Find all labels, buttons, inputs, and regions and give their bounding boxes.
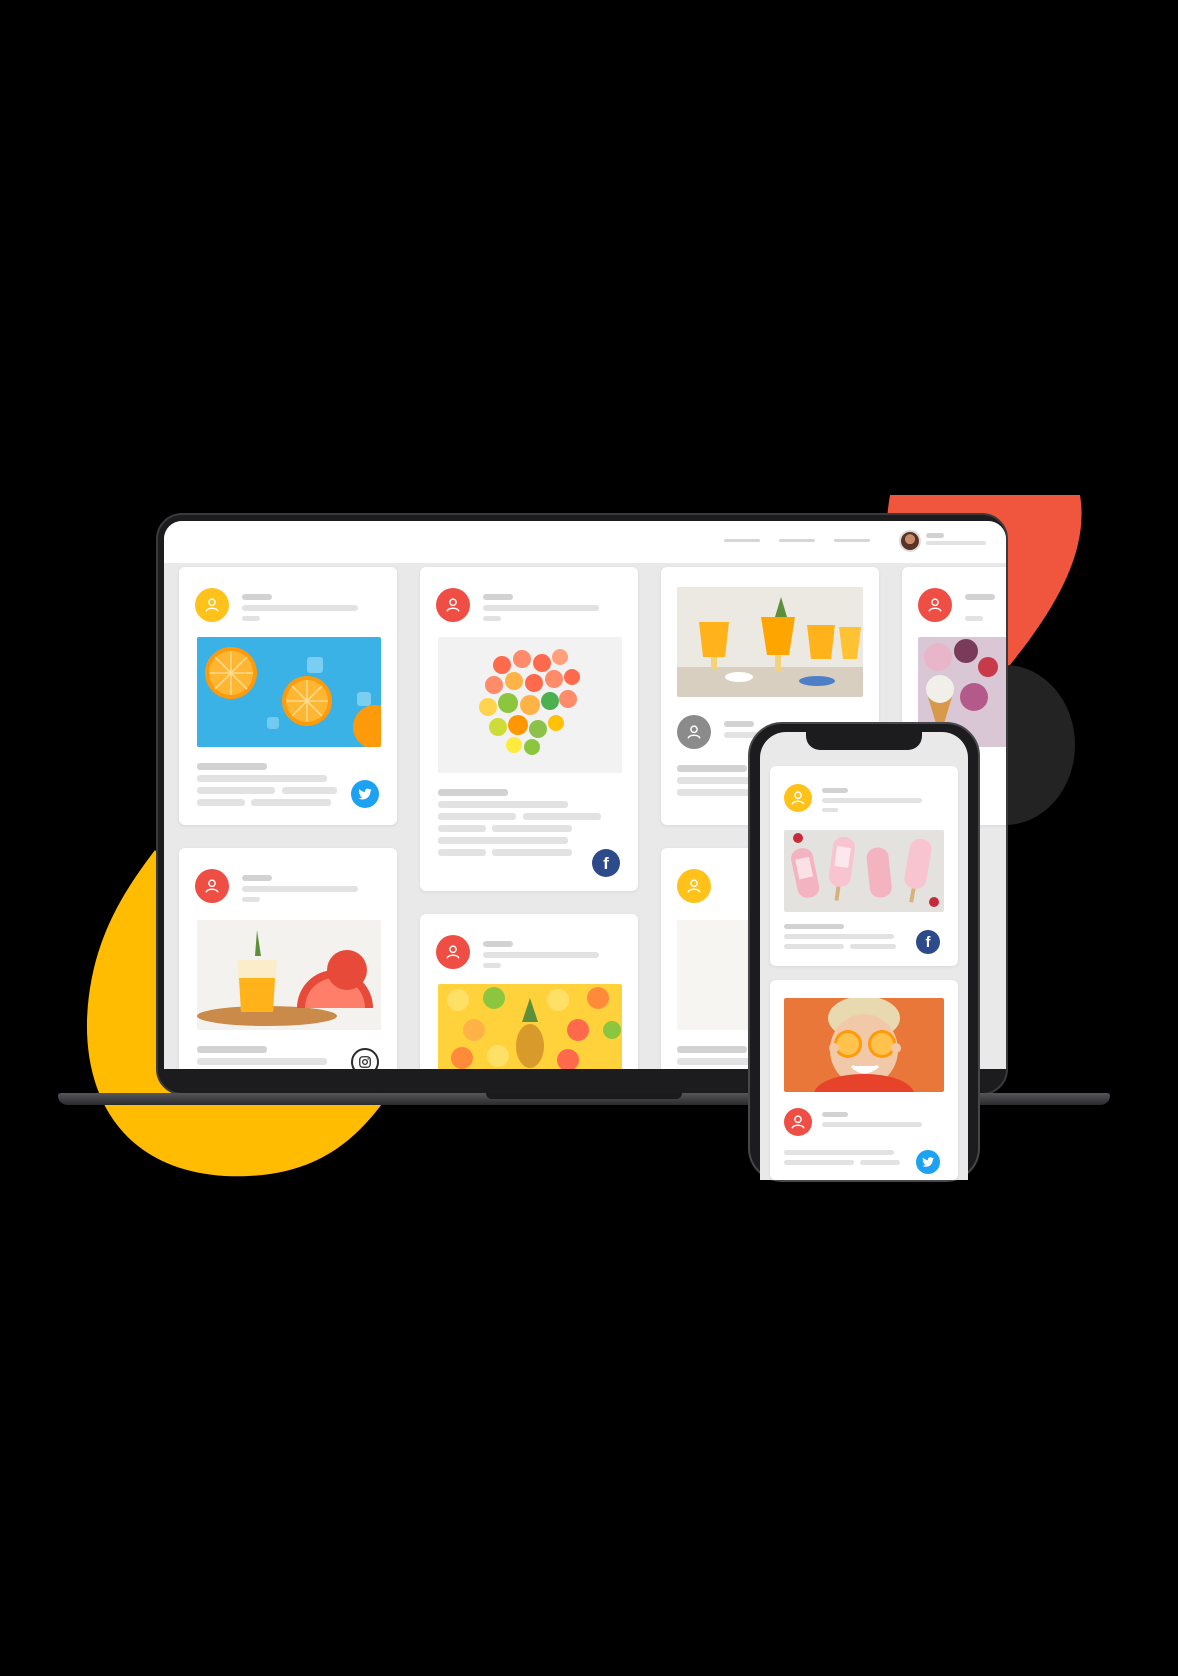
post-card[interactable] [420, 914, 638, 1069]
twitter-icon[interactable] [916, 1150, 940, 1174]
post-image[interactable] [438, 637, 622, 773]
author-meta-placeholder [822, 798, 922, 803]
user-icon [677, 869, 711, 903]
phone-notch [806, 726, 922, 750]
post-text-placeholder [197, 775, 327, 782]
post-title-placeholder [197, 1046, 267, 1053]
author-name-placeholder [965, 594, 995, 600]
post-text-placeholder [784, 1150, 894, 1155]
post-text-placeholder [784, 944, 844, 949]
facebook-icon[interactable]: f [916, 930, 940, 954]
post-text-placeholder [197, 1058, 327, 1065]
post-text-placeholder [677, 789, 757, 796]
author-name-placeholder [822, 1112, 848, 1117]
post-title-placeholder [677, 1046, 747, 1053]
nav-link-2[interactable] [779, 539, 815, 542]
author-name-placeholder [483, 594, 513, 600]
author-name-placeholder [724, 721, 754, 727]
timestamp-placeholder [483, 963, 501, 968]
author-name-placeholder [483, 941, 513, 947]
user-subtitle-placeholder [926, 541, 986, 545]
post-text-placeholder [438, 837, 568, 844]
post-text-placeholder [784, 1160, 854, 1165]
post-text-placeholder [282, 787, 337, 794]
timestamp-placeholder [822, 808, 838, 812]
post-text-placeholder [197, 787, 275, 794]
post-card[interactable] [770, 980, 958, 1180]
author-name-placeholder [822, 788, 848, 793]
post-title-placeholder [784, 924, 844, 929]
user-icon [195, 869, 229, 903]
post-card[interactable]: f [420, 567, 638, 891]
author-meta-placeholder [242, 886, 358, 892]
user-icon [436, 935, 470, 969]
post-image[interactable] [677, 587, 863, 697]
post-text-placeholder [438, 849, 486, 856]
post-card[interactable]: f [770, 766, 958, 966]
post-text-placeholder [251, 799, 331, 806]
author-meta-placeholder [822, 1122, 922, 1127]
nav-link-1[interactable] [724, 539, 760, 542]
post-title-placeholder [677, 765, 747, 772]
author-meta-placeholder [242, 605, 358, 611]
user-icon [784, 784, 812, 812]
twitter-icon[interactable] [351, 780, 379, 808]
post-image[interactable] [438, 984, 622, 1069]
post-text-placeholder [438, 813, 516, 820]
user-icon [436, 588, 470, 622]
timestamp-placeholder [483, 616, 501, 621]
post-text-placeholder [438, 825, 486, 832]
post-text-placeholder [850, 944, 896, 949]
post-text-placeholder [492, 849, 572, 856]
timestamp-placeholder [965, 616, 983, 621]
laptop-hinge-notch [486, 1093, 682, 1099]
post-image[interactable] [784, 830, 944, 912]
instagram-icon[interactable] [351, 1048, 379, 1069]
author-meta-placeholder [483, 605, 599, 611]
user-icon [677, 715, 711, 749]
nav-link-3[interactable] [834, 539, 870, 542]
post-image[interactable] [784, 998, 944, 1092]
post-card[interactable] [179, 567, 397, 825]
user-icon [195, 588, 229, 622]
post-text-placeholder [197, 799, 245, 806]
author-name-placeholder [242, 594, 272, 600]
user-icon [918, 588, 952, 622]
post-text-placeholder [860, 1160, 900, 1165]
phone-screen: f [760, 732, 968, 1180]
post-title-placeholder [438, 789, 508, 796]
post-text-placeholder [523, 813, 601, 820]
post-text-placeholder [492, 825, 572, 832]
user-name-placeholder [926, 533, 944, 538]
author-meta-placeholder [483, 952, 599, 958]
user-icon [784, 1108, 812, 1136]
timestamp-placeholder [242, 616, 260, 621]
post-title-placeholder [197, 763, 267, 770]
post-text-placeholder [784, 934, 894, 939]
post-image[interactable] [197, 637, 381, 747]
post-image[interactable] [197, 920, 381, 1030]
author-name-placeholder [242, 875, 272, 881]
facebook-icon[interactable]: f [592, 849, 620, 877]
post-card[interactable] [179, 848, 397, 1069]
timestamp-placeholder [242, 897, 260, 902]
top-navigation-bar [164, 521, 1006, 563]
post-text-placeholder [438, 801, 568, 808]
user-avatar[interactable] [899, 530, 921, 552]
